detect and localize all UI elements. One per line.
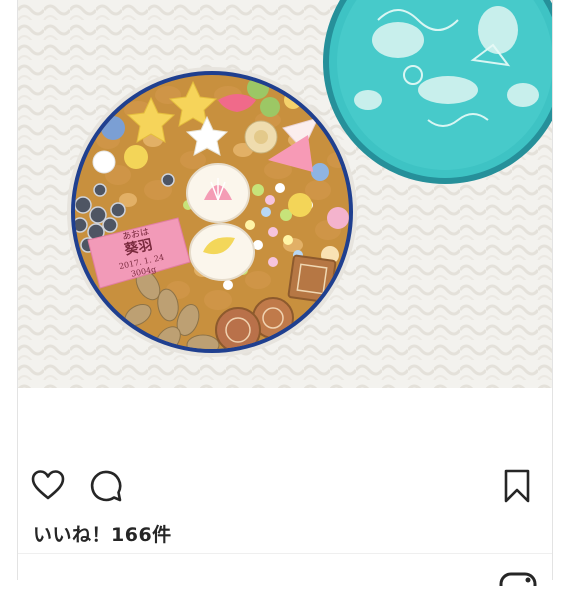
like-button[interactable]: [30, 468, 66, 504]
post-photo[interactable]: あおは 葵羽 2017. 1. 24 3004g: [18, 0, 552, 388]
right-border: [552, 0, 553, 580]
sweets-tin-image: あおは 葵羽 2017. 1. 24 3004g: [18, 0, 552, 388]
action-bar: [30, 468, 535, 504]
next-post-icon[interactable]: [498, 566, 538, 590]
instagram-icon: [499, 572, 537, 590]
comment-bubble-icon: [90, 470, 122, 502]
section-divider: [18, 553, 552, 554]
instagram-post: あおは 葵羽 2017. 1. 24 3004g いいね！166件: [0, 0, 580, 590]
bookmark-outline-icon: [504, 469, 530, 503]
heart-outline-icon: [31, 470, 65, 500]
comment-button[interactable]: [88, 468, 124, 504]
bookmark-button[interactable]: [499, 468, 535, 504]
likes-count[interactable]: いいね！166件: [33, 520, 172, 547]
